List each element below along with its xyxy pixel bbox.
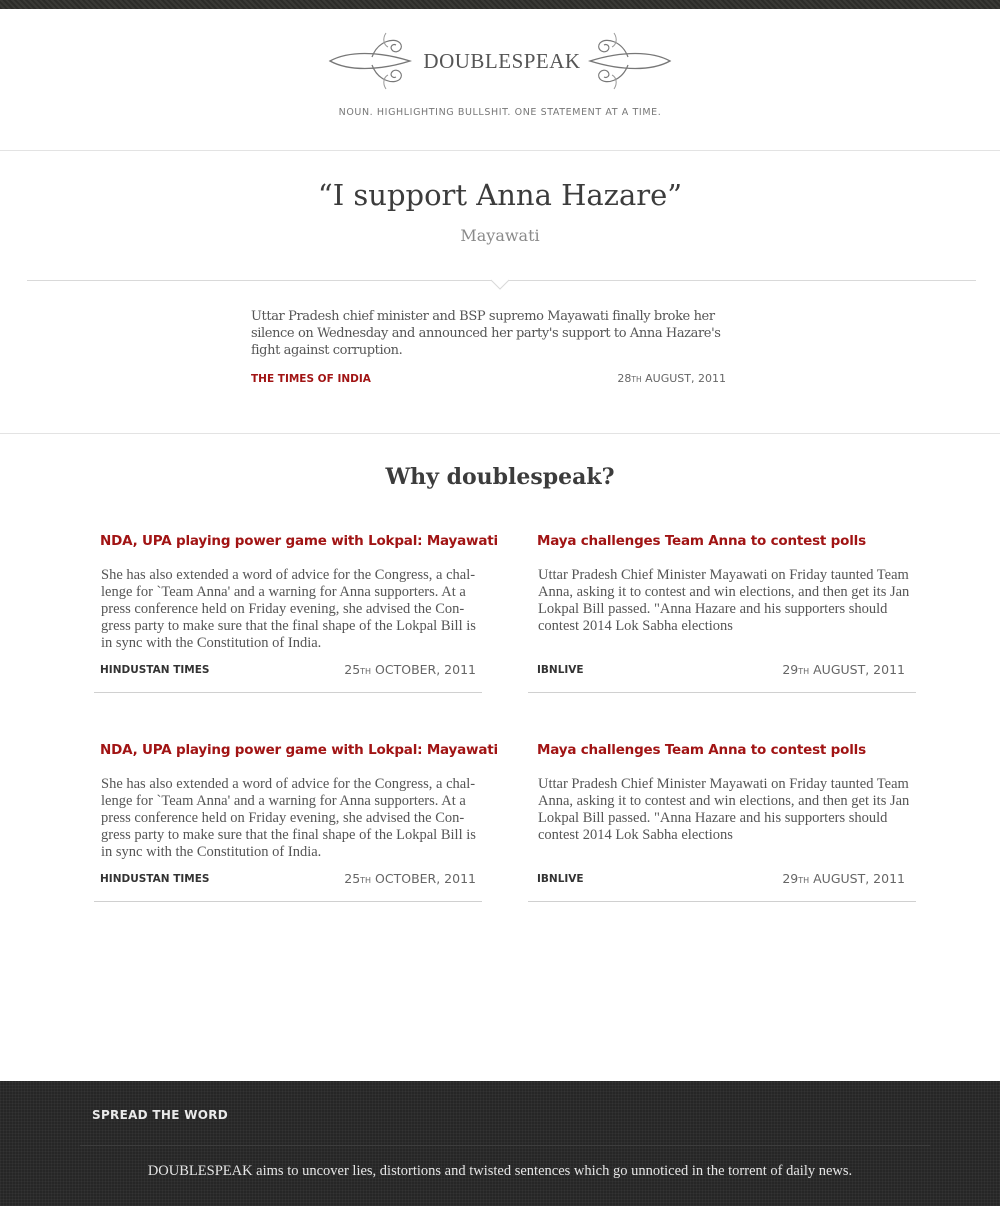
site-title[interactable]: DOUBLESPEAK xyxy=(414,49,590,74)
date-suffix: TH xyxy=(360,667,372,676)
section-divider xyxy=(0,433,1000,434)
featured-source-link[interactable]: THE TIMES OF INDIA xyxy=(251,373,371,385)
date-month-year: AUGUST, 2011 xyxy=(809,871,905,886)
date-month-year: OCTOBER, 2011 xyxy=(371,662,476,677)
date-day: 29 xyxy=(782,871,799,886)
footer-divider xyxy=(80,1145,930,1146)
story-date: 25TH OCTOBER, 2011 xyxy=(344,871,476,886)
story-title-link[interactable]: NDA, UPA playing power game with Lokpal:… xyxy=(100,742,498,758)
story-excerpt: She has also extended a word of advice f… xyxy=(101,567,476,651)
story-date: 29TH AUGUST, 2011 xyxy=(782,871,905,886)
date-day: 29 xyxy=(782,662,799,677)
story-card: Maya challenges Team Anna to contest pol… xyxy=(528,742,916,902)
top-texture-bar xyxy=(0,0,1000,9)
story-source-link[interactable]: IBNLIVE xyxy=(537,664,584,676)
date-suffix: TH xyxy=(798,876,810,885)
footer-heading: SPREAD THE WORD xyxy=(92,1108,229,1122)
featured-speaker: Mayawati xyxy=(460,226,540,245)
date-month-year: AUGUST, 2011 xyxy=(641,372,726,385)
story-card: Maya challenges Team Anna to contest pol… xyxy=(528,533,916,693)
logo[interactable]: DOUBLESPEAK xyxy=(0,29,1000,93)
story-card: NDA, UPA playing power game with Lokpal:… xyxy=(94,742,498,902)
featured-date: 28TH AUGUST, 2011 xyxy=(560,372,726,385)
section-heading: Why doublespeak? xyxy=(385,464,615,490)
notch-down-icon xyxy=(491,276,509,290)
story-source-link[interactable]: HINDUSTAN TIMES xyxy=(100,664,209,676)
date-month-year: OCTOBER, 2011 xyxy=(371,871,476,886)
story-date: 29TH AUGUST, 2011 xyxy=(782,662,905,677)
date-day: 25 xyxy=(344,871,361,886)
site-tagline: NOUN. HIGHLIGHTING BULLSHIT. ONE STATEME… xyxy=(338,107,662,118)
date-day: 28 xyxy=(617,372,632,385)
story-title-link[interactable]: Maya challenges Team Anna to contest pol… xyxy=(537,742,866,758)
story-card: NDA, UPA playing power game with Lokpal:… xyxy=(94,533,498,693)
flourish-right-icon xyxy=(588,32,672,90)
date-suffix: TH xyxy=(360,876,372,885)
story-title-link[interactable]: NDA, UPA playing power game with Lokpal:… xyxy=(100,533,498,549)
story-excerpt: Uttar Pradesh Chief Minister Mayawati on… xyxy=(538,776,910,843)
featured-body: Uttar Pradesh chief minister and BSP sup… xyxy=(251,309,721,358)
story-excerpt: She has also extended a word of advice f… xyxy=(101,776,476,860)
story-excerpt: Uttar Pradesh Chief Minister Mayawati on… xyxy=(538,567,910,634)
date-suffix: TH xyxy=(631,375,642,384)
site-footer: SPREAD THE WORD DOUBLESPEAK aims to unco… xyxy=(0,1081,1000,1206)
featured-quote: “I support Anna Hazare” xyxy=(317,178,683,212)
flourish-left-icon xyxy=(328,32,412,90)
story-source-link[interactable]: HINDUSTAN TIMES xyxy=(100,873,209,885)
date-month-year: AUGUST, 2011 xyxy=(809,662,905,677)
story-date: 25TH OCTOBER, 2011 xyxy=(344,662,476,677)
story-source-link[interactable]: IBNLIVE xyxy=(537,873,584,885)
date-suffix: TH xyxy=(798,667,810,676)
footer-about-text: DOUBLESPEAK aims to uncover lies, distor… xyxy=(147,1163,853,1179)
story-title-link[interactable]: Maya challenges Team Anna to contest pol… xyxy=(537,533,866,549)
date-day: 25 xyxy=(344,662,361,677)
site-header: DOUBLESPEAK NOUN. HIGHLIGHTING BULLSHIT.… xyxy=(0,9,1000,151)
